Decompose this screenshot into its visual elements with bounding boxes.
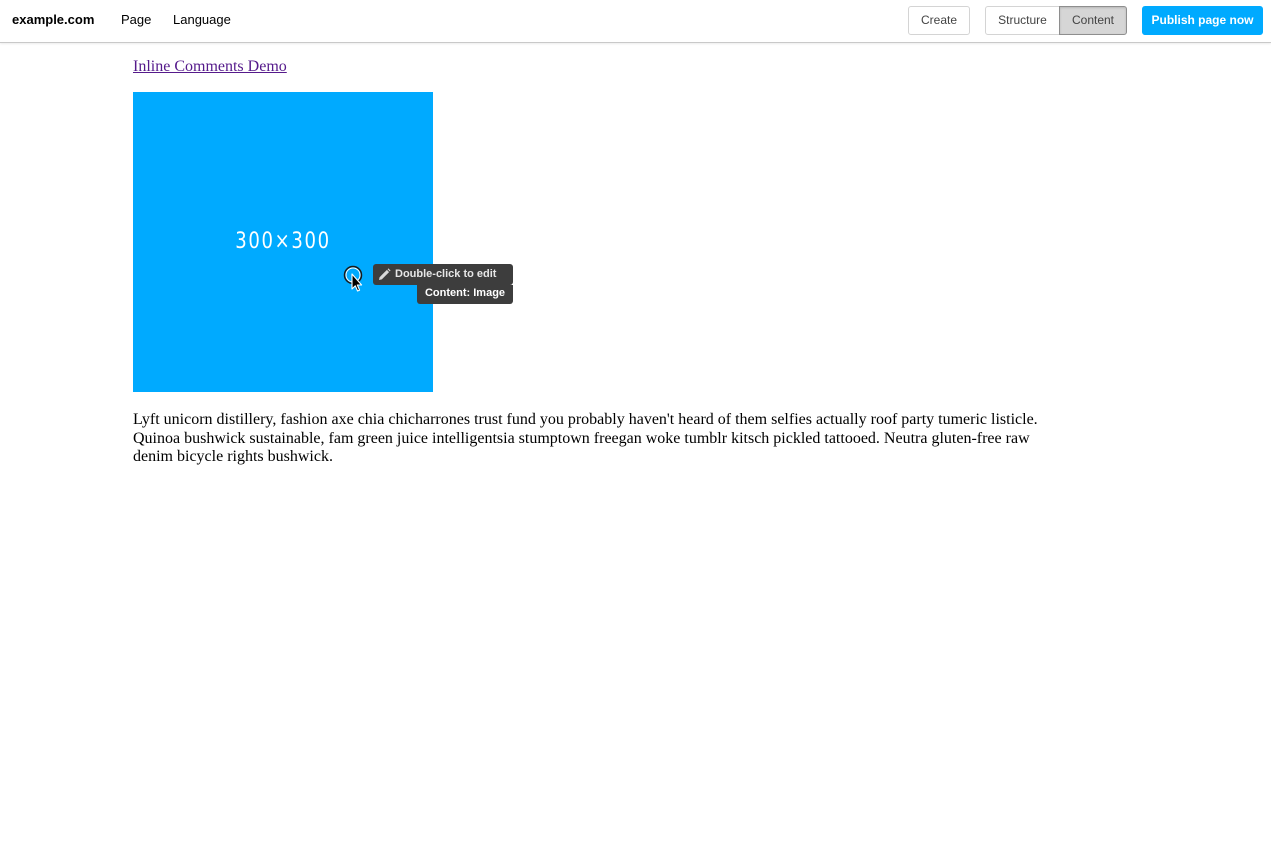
publish-page-button[interactable]: Publish page now bbox=[1142, 6, 1263, 35]
body-paragraph: Lyft unicorn distillery, fashion axe chi… bbox=[133, 411, 1038, 465]
edit-tooltip: Double-click to edit bbox=[373, 264, 513, 285]
menu-language[interactable]: Language bbox=[173, 12, 231, 28]
menu-page[interactable]: Page bbox=[121, 12, 151, 28]
content-type-tooltip: Content: Image bbox=[417, 285, 513, 304]
pointer-cursor-icon bbox=[343, 265, 363, 292]
content-mode-button[interactable]: Content bbox=[1059, 6, 1127, 35]
structure-mode-button[interactable]: Structure bbox=[985, 6, 1060, 35]
site-brand[interactable]: example.com bbox=[12, 12, 94, 28]
inline-comments-demo-link[interactable]: Inline Comments Demo bbox=[133, 57, 287, 77]
pencil-icon bbox=[379, 268, 391, 280]
placeholder-image[interactable]: 300×300 bbox=[133, 92, 433, 392]
cms-toolbar: example.com Page Language Create Structu… bbox=[0, 0, 1271, 43]
mode-toggle-group: Structure Content bbox=[985, 6, 1127, 35]
image-dimensions-label: 300×300 bbox=[235, 229, 331, 254]
create-button[interactable]: Create bbox=[908, 6, 970, 35]
tooltip-action-text: Double-click to edit bbox=[395, 268, 497, 280]
